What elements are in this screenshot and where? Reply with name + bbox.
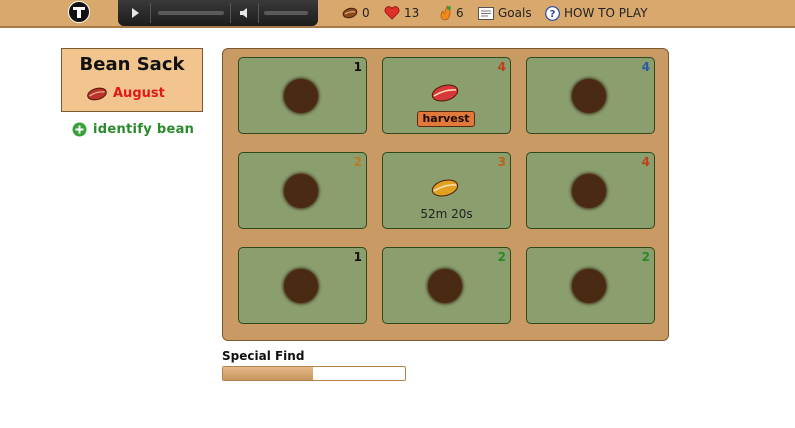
fire-stat: 6 [438,4,464,22]
soil-hole[interactable] [428,269,462,303]
bean-icon [431,179,459,197]
soil-hole[interactable] [284,79,318,113]
soil-hole[interactable] [572,269,606,303]
fire-icon [440,5,451,21]
plot[interactable]: 2 [382,247,511,324]
hearts-count: 13 [404,6,420,20]
bean-name[interactable]: August [113,86,165,101]
soil-hole[interactable] [284,174,318,208]
play-button[interactable] [122,0,148,26]
plus-circle-icon [72,122,87,137]
plot[interactable]: 4 [526,152,655,229]
plot-number: 2 [353,155,362,169]
svg-text:?: ? [550,9,556,20]
audio-player [118,0,318,26]
bean-icon[interactable] [86,86,108,102]
goals-link[interactable]: Goals [478,4,532,22]
plot-number: 1 [353,250,362,264]
plot-number: 1 [353,60,362,74]
volume-icon [240,8,247,18]
bean-sack-panel: Bean Sack August [61,48,203,112]
volume-slider[interactable] [264,11,308,15]
goals-label: Goals [498,6,532,20]
special-find-label: Special Find [222,349,305,363]
soil-hole[interactable] [572,79,606,113]
farm-grid: 1 4 harvest 4 2 3 52m 20s 4 1 2 2 [222,48,669,341]
plot-number: 4 [641,60,650,74]
special-find-progress-bar [222,366,406,381]
plot[interactable]: 2 [238,152,367,229]
how-to-play-label: HOW TO PLAY [564,6,648,20]
plot[interactable]: 1 [238,247,367,324]
harvest-button[interactable]: harvest [417,111,475,127]
plot-number: 4 [497,60,506,74]
plot[interactable]: 4 [526,57,655,134]
plot[interactable]: 1 [238,57,367,134]
plot[interactable]: 3 52m 20s [382,152,511,229]
bean-icon [431,84,459,102]
plot-number: 3 [497,155,506,169]
seek-slider[interactable] [158,11,224,15]
player-divider [230,3,231,23]
goals-icon [478,6,494,20]
plot[interactable]: 2 [526,247,655,324]
plot-number: 2 [641,250,650,264]
heart-icon [384,6,400,20]
mute-button[interactable] [234,0,256,26]
beans-stat: 0 [342,4,370,22]
bean-sack-title: Bean Sack [79,54,185,75]
plot[interactable]: 4 harvest [382,57,511,134]
hearts-stat: 13 [384,4,419,22]
play-icon [132,8,139,18]
top-bar: 0 13 6 Goals ? HOW TO PLAY [0,0,795,28]
logo-icon[interactable] [68,1,90,23]
player-divider [258,3,259,23]
bean-icon [342,7,358,19]
identify-bean-link[interactable]: identify bean [72,122,194,137]
player-divider [150,3,151,23]
how-to-play-link[interactable]: ? HOW TO PLAY [545,4,648,22]
beans-count: 0 [362,6,370,20]
grow-timer: 52m 20s [420,207,473,221]
plot-number: 2 [497,250,506,264]
soil-hole[interactable] [572,174,606,208]
special-find-progress-fill [223,367,314,380]
fire-count: 6 [456,6,464,20]
plot-number: 4 [641,155,650,169]
soil-hole[interactable] [284,269,318,303]
help-icon: ? [545,5,560,21]
identify-bean-label: identify bean [93,122,195,137]
